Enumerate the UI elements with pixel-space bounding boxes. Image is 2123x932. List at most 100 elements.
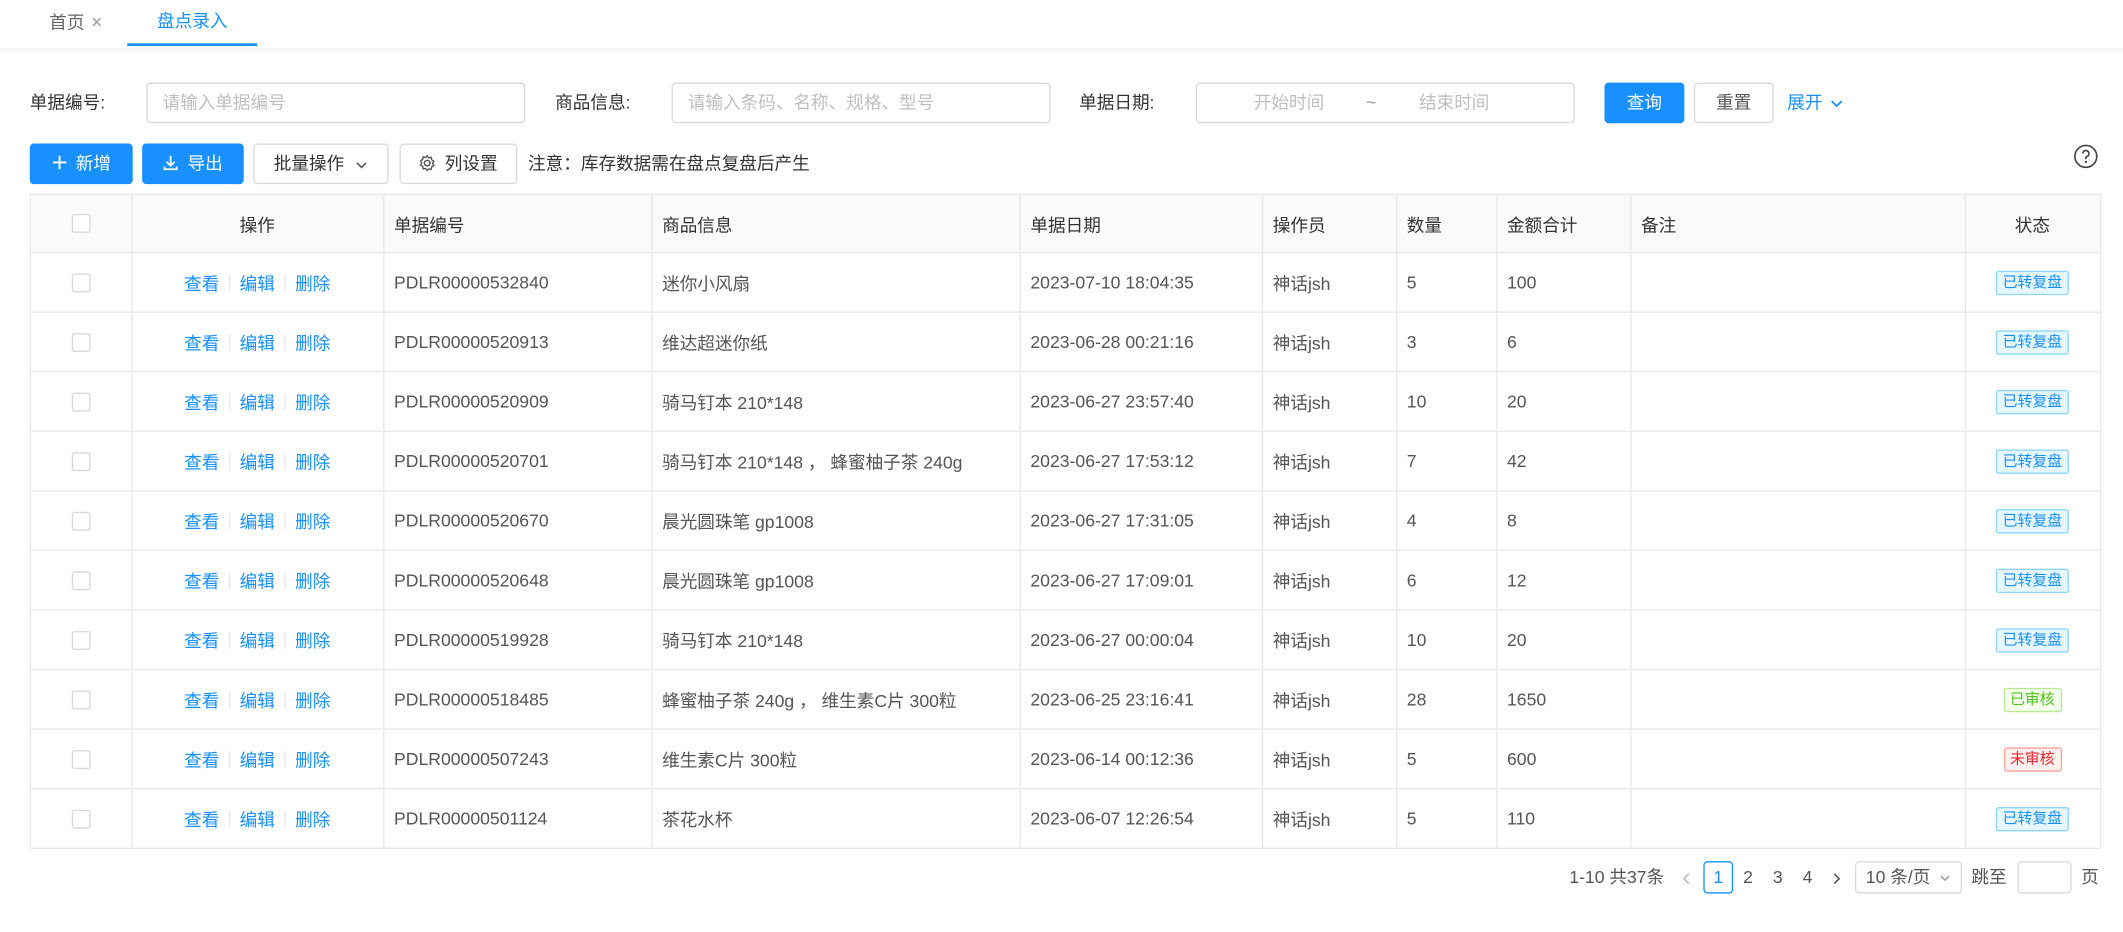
column-divider (651, 431, 653, 491)
row-checkbox[interactable] (71, 570, 91, 590)
goods-info-placeholder: 请输入条码、名称、规格、型号 (687, 92, 935, 113)
row-checkbox[interactable] (71, 272, 91, 292)
cell-bill-no: PDLR00000532840 (394, 272, 549, 293)
edit-link[interactable]: 编辑 (240, 329, 275, 355)
end-date-placeholder[interactable]: 结束时间 (1419, 84, 1489, 122)
export-button[interactable]: 导出 (142, 143, 244, 185)
view-link[interactable]: 查看 (184, 448, 219, 474)
row-checkbox[interactable] (71, 391, 91, 411)
view-link[interactable]: 查看 (184, 567, 219, 593)
edit-link[interactable]: 编辑 (240, 686, 275, 712)
page-3-button[interactable]: 3 (1763, 861, 1793, 893)
view-link[interactable]: 查看 (184, 746, 219, 772)
column-settings-button[interactable]: 列设置 (399, 143, 518, 185)
reset-button[interactable]: 重置 (1693, 82, 1774, 124)
page-suffix-label: 页 (2081, 866, 2099, 887)
column-divider (1630, 491, 1632, 550)
edit-link[interactable]: 编辑 (240, 389, 275, 415)
column-divider (651, 610, 653, 669)
cell-goods: 骑马钉本 210*148 ， 蜂蜜柚子茶 240g (662, 452, 963, 473)
edit-link[interactable]: 编辑 (240, 627, 275, 653)
view-link[interactable]: 查看 (184, 627, 219, 653)
edit-link[interactable]: 编辑 (240, 508, 275, 534)
tab-inventory-entry[interactable]: 盘点录入 (127, 0, 258, 47)
view-link[interactable]: 查看 (184, 389, 219, 415)
column-divider (1630, 551, 1632, 610)
delete-link[interactable]: 删除 (295, 329, 330, 355)
inventory-table: 操作 单据编号 商品信息 单据日期 操作员 数量 金额合计 备注 状态 查看 编辑… (29, 193, 2102, 849)
delete-link[interactable]: 删除 (295, 806, 330, 832)
edit-link[interactable]: 编辑 (240, 448, 275, 474)
delete-link[interactable]: 删除 (295, 448, 330, 474)
view-link[interactable]: 查看 (184, 686, 219, 712)
delete-link[interactable]: 删除 (295, 686, 330, 712)
select-all-checkbox[interactable] (71, 213, 91, 233)
column-divider (1395, 491, 1398, 550)
page-1-button[interactable]: 1 (1703, 861, 1734, 894)
delete-link[interactable]: 删除 (295, 567, 330, 593)
delete-link[interactable]: 删除 (295, 269, 330, 295)
column-divider (1261, 253, 1264, 312)
cell-operator: 神话jsh (1272, 809, 1331, 831)
cell-qty: 7 (1406, 450, 1417, 472)
column-divider (1395, 729, 1398, 789)
column-divider (1496, 312, 1498, 371)
view-link[interactable]: 查看 (184, 508, 219, 534)
cell-goods: 晨光圆珠笔 gp1008 (662, 571, 814, 592)
status-badge: 已转复盘 (1995, 508, 2069, 533)
row-checkbox[interactable] (71, 809, 91, 828)
date-range-picker[interactable]: 开始时间 ~ 结束时间 (1195, 82, 1575, 124)
expand-link[interactable]: 展开 (1787, 83, 1843, 124)
column-divider (651, 551, 653, 610)
cell-bill-no: PDLR00000501124 (394, 808, 548, 829)
goods-info-input[interactable]: 请输入条码、名称、规格、型号 (671, 82, 1051, 124)
row-checkbox[interactable] (71, 511, 91, 531)
cell-amount: 20 (1507, 391, 1527, 412)
column-divider (1261, 372, 1264, 431)
query-button[interactable]: 查询 (1604, 82, 1685, 124)
edit-link[interactable]: 编辑 (240, 806, 275, 832)
delete-link[interactable]: 删除 (295, 508, 330, 534)
cell-bill-no: PDLR00000519928 (394, 629, 549, 650)
jump-to-input[interactable] (2017, 861, 2072, 894)
edit-link[interactable]: 编辑 (240, 269, 275, 295)
question-circle-icon[interactable] (2073, 144, 2099, 170)
page-4-button[interactable]: 4 (1793, 861, 1823, 893)
row-checkbox[interactable] (71, 332, 91, 352)
jump-to-label: 跳至 (1971, 866, 2007, 887)
cell-amount: 8 (1507, 510, 1517, 531)
column-divider (383, 491, 385, 550)
page-size-select[interactable]: 10 条/页 (1854, 861, 1962, 894)
next-page-icon[interactable] (1831, 861, 1843, 893)
start-date-placeholder[interactable]: 开始时间 (1254, 84, 1324, 122)
row-checkbox[interactable] (71, 630, 91, 650)
delete-link[interactable]: 删除 (295, 746, 330, 772)
page-2-button[interactable]: 2 (1733, 861, 1763, 893)
view-link[interactable]: 查看 (184, 329, 219, 355)
row-select-cell (31, 730, 131, 788)
prev-page-icon[interactable] (1680, 861, 1692, 893)
edit-link[interactable]: 编辑 (240, 567, 275, 593)
batch-operation-button[interactable]: 批量操作 (253, 143, 389, 185)
view-link[interactable]: 查看 (184, 269, 219, 295)
view-link[interactable]: 查看 (184, 806, 219, 832)
add-button[interactable]: 新增 (29, 143, 133, 185)
row-checkbox[interactable] (71, 689, 91, 709)
column-divider (651, 789, 653, 848)
close-icon[interactable]: × (91, 11, 102, 33)
row-select-cell (31, 492, 131, 550)
column-divider (383, 372, 385, 431)
delete-link[interactable]: 删除 (295, 627, 330, 653)
edit-link[interactable]: 编辑 (240, 746, 275, 772)
tab-home[interactable]: 首页 × (24, 0, 127, 43)
tab-bar-divider (0, 48, 2123, 55)
bill-no-input[interactable]: 请输入单据编号 (146, 82, 526, 124)
column-divider (1395, 372, 1398, 431)
cell-amount: 20 (1507, 629, 1527, 650)
cell-qty: 6 (1406, 570, 1417, 591)
row-checkbox[interactable] (71, 451, 91, 471)
column-divider (1496, 253, 1498, 312)
row-checkbox[interactable] (71, 749, 91, 769)
row-actions: 查看 编辑 删除 (131, 492, 383, 550)
delete-link[interactable]: 删除 (295, 389, 330, 415)
